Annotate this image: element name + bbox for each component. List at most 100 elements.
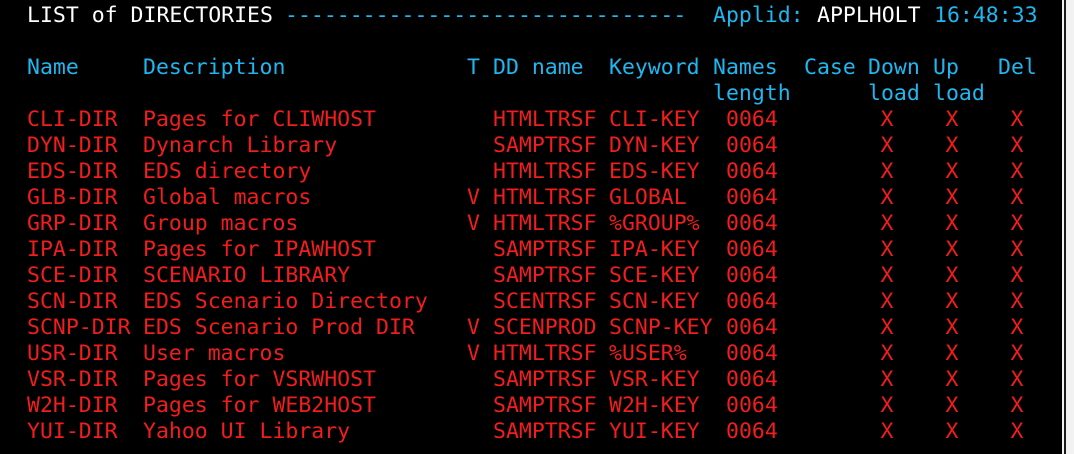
- row-download-mark[interactable]: X: [872, 341, 902, 367]
- row-dd-name: SCENPROD: [493, 315, 597, 340]
- row-upload-mark[interactable]: X: [937, 211, 967, 237]
- row-download-mark[interactable]: X: [872, 419, 902, 445]
- row-delete-mark[interactable]: X: [1002, 419, 1032, 445]
- row-names-length: 0064: [726, 393, 778, 418]
- row-download-mark[interactable]: X: [872, 133, 902, 159]
- row-download-mark[interactable]: X: [872, 315, 902, 341]
- row-dd-name: SAMPTRSF: [493, 237, 597, 262]
- row-names-length: 0064: [726, 263, 778, 288]
- row-delete-mark[interactable]: X: [1002, 237, 1032, 263]
- row-names-length: 0064: [726, 185, 778, 210]
- row-upload-mark[interactable]: X: [937, 133, 967, 159]
- row-download-mark[interactable]: X: [872, 159, 902, 185]
- row-dd-name: SAMPTRSF: [493, 263, 597, 288]
- col-header-upload-2: load: [933, 81, 985, 106]
- terminal-screen: LIST of DIRECTORIES --------------------…: [0, 0, 1060, 454]
- row-name[interactable]: SCE-DIR: [27, 263, 118, 289]
- row-names-length: 0064: [726, 367, 778, 392]
- row-delete-mark[interactable]: X: [1002, 315, 1032, 341]
- row-name[interactable]: SCNP-DIR: [27, 315, 131, 341]
- row-keyword: CLI-KEY: [609, 107, 700, 132]
- row-upload-mark[interactable]: X: [937, 393, 967, 419]
- row-download-mark[interactable]: X: [872, 289, 902, 315]
- row-description: Yahoo UI Library: [143, 419, 351, 444]
- row-names-length: 0064: [726, 159, 778, 184]
- row-delete-mark[interactable]: X: [1002, 185, 1032, 211]
- row-keyword: DYN-KEY: [609, 133, 700, 158]
- row-keyword: SCNP-KEY: [609, 315, 713, 340]
- row-dd-name: SAMPTRSF: [493, 133, 597, 158]
- col-header-download-1: Down: [868, 55, 920, 80]
- row-download-mark[interactable]: X: [872, 237, 902, 263]
- row-description: Pages for WEB2HOST: [143, 393, 376, 418]
- row-keyword: W2H-KEY: [609, 393, 700, 418]
- row-upload-mark[interactable]: X: [937, 185, 967, 211]
- col-header-case: Case: [804, 55, 856, 80]
- row-upload-mark[interactable]: X: [937, 159, 967, 185]
- row-download-mark[interactable]: X: [872, 263, 902, 289]
- row-dd-name: SAMPTRSF: [493, 393, 597, 418]
- row-upload-mark[interactable]: X: [937, 263, 967, 289]
- row-delete-mark[interactable]: X: [1002, 341, 1032, 367]
- col-header-names-length-2: length: [713, 81, 791, 106]
- row-download-mark[interactable]: X: [872, 185, 902, 211]
- row-description: Global macros: [143, 185, 312, 210]
- row-name[interactable]: DYN-DIR: [27, 133, 118, 159]
- row-type: V: [467, 211, 480, 236]
- row-delete-mark[interactable]: X: [1002, 133, 1032, 159]
- row-name[interactable]: SCN-DIR: [27, 289, 118, 315]
- window-border: [1064, 0, 1066, 454]
- row-description: EDS Scenario Directory: [143, 289, 428, 314]
- screen-title: LIST of DIRECTORIES: [27, 3, 273, 28]
- row-names-length: 0064: [726, 237, 778, 262]
- row-upload-mark[interactable]: X: [937, 367, 967, 393]
- row-name[interactable]: EDS-DIR: [27, 159, 118, 185]
- clock-time: 16:48:33: [934, 3, 1038, 28]
- row-type: V: [467, 315, 480, 340]
- row-download-mark[interactable]: X: [872, 211, 902, 237]
- row-description: Pages for VSRWHOST: [143, 367, 376, 392]
- row-name[interactable]: VSR-DIR: [27, 367, 118, 393]
- row-dd-name: SAMPTRSF: [493, 367, 597, 392]
- row-keyword: %GROUP%: [609, 211, 700, 236]
- row-keyword: VSR-KEY: [609, 367, 700, 392]
- row-download-mark[interactable]: X: [872, 367, 902, 393]
- row-keyword: IPA-KEY: [609, 237, 700, 262]
- row-name[interactable]: CLI-DIR: [27, 107, 118, 133]
- row-name[interactable]: USR-DIR: [27, 341, 118, 367]
- row-upload-mark[interactable]: X: [937, 315, 967, 341]
- row-delete-mark[interactable]: X: [1002, 263, 1032, 289]
- row-description: EDS directory: [143, 159, 312, 184]
- col-header-download-2: load: [868, 81, 920, 106]
- row-download-mark[interactable]: X: [872, 393, 902, 419]
- row-description: Dynarch Library: [143, 133, 338, 158]
- row-name[interactable]: IPA-DIR: [27, 237, 118, 263]
- row-description: Pages for CLIWHOST: [143, 107, 376, 132]
- row-name[interactable]: YUI-DIR: [27, 419, 118, 445]
- row-names-length: 0064: [726, 315, 778, 340]
- row-delete-mark[interactable]: X: [1002, 289, 1032, 315]
- row-name[interactable]: GRP-DIR: [27, 211, 118, 237]
- row-upload-mark[interactable]: X: [937, 419, 967, 445]
- row-delete-mark[interactable]: X: [1002, 159, 1032, 185]
- col-header-del: Del: [998, 55, 1037, 80]
- row-delete-mark[interactable]: X: [1002, 107, 1032, 133]
- row-download-mark[interactable]: X: [872, 107, 902, 133]
- row-keyword: EDS-KEY: [609, 159, 700, 184]
- row-delete-mark[interactable]: X: [1002, 393, 1032, 419]
- row-keyword: SCN-KEY: [609, 289, 700, 314]
- row-names-length: 0064: [726, 341, 778, 366]
- row-delete-mark[interactable]: X: [1002, 211, 1032, 237]
- col-header-upload-1: Up: [933, 55, 959, 80]
- row-upload-mark[interactable]: X: [937, 107, 967, 133]
- row-name[interactable]: GLB-DIR: [27, 185, 118, 211]
- row-keyword: YUI-KEY: [609, 419, 700, 444]
- row-type: V: [467, 185, 480, 210]
- row-upload-mark[interactable]: X: [937, 289, 967, 315]
- row-delete-mark[interactable]: X: [1002, 367, 1032, 393]
- row-upload-mark[interactable]: X: [937, 341, 967, 367]
- row-name[interactable]: W2H-DIR: [27, 393, 118, 419]
- row-description: Group macros: [143, 211, 299, 236]
- row-type: V: [467, 341, 480, 366]
- row-upload-mark[interactable]: X: [937, 237, 967, 263]
